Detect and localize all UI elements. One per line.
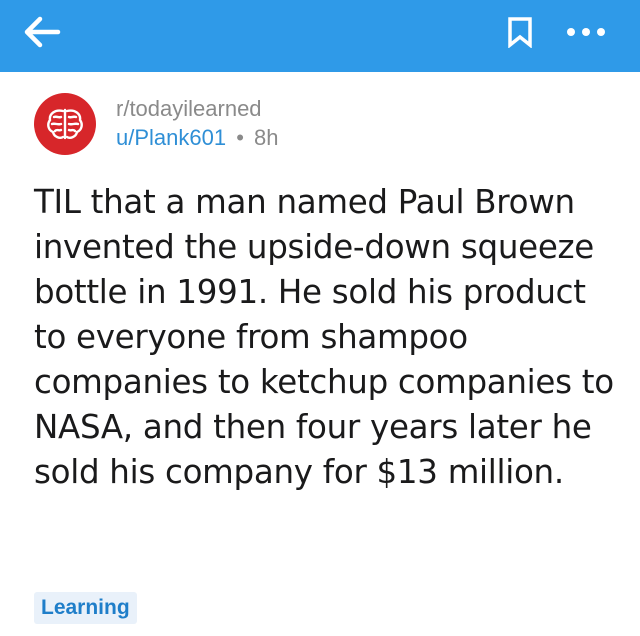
bookmark-icon [508,17,532,48]
author-line: u/Plank601 • 8h [116,123,279,153]
subreddit-avatar[interactable] [34,93,96,155]
post-flair[interactable]: Learning [34,592,137,624]
back-arrow-icon [24,16,61,48]
more-dots-icon [567,28,605,36]
post-title[interactable]: TIL that a man named Paul Brown invented… [34,180,624,495]
more-options-button[interactable] [554,8,618,56]
post-header: r/todayilearned u/Plank601 • 8h [34,92,279,156]
back-button[interactable] [14,8,70,56]
meta-separator: • [236,125,244,150]
post-age: 8h [254,125,279,150]
top-app-bar [0,0,640,72]
author-link[interactable]: u/Plank601 [116,125,226,150]
subreddit-link[interactable]: r/todayilearned [116,95,279,123]
brain-icon [47,108,83,140]
post-meta: r/todayilearned u/Plank601 • 8h [116,95,279,153]
save-post-button[interactable] [494,8,546,56]
